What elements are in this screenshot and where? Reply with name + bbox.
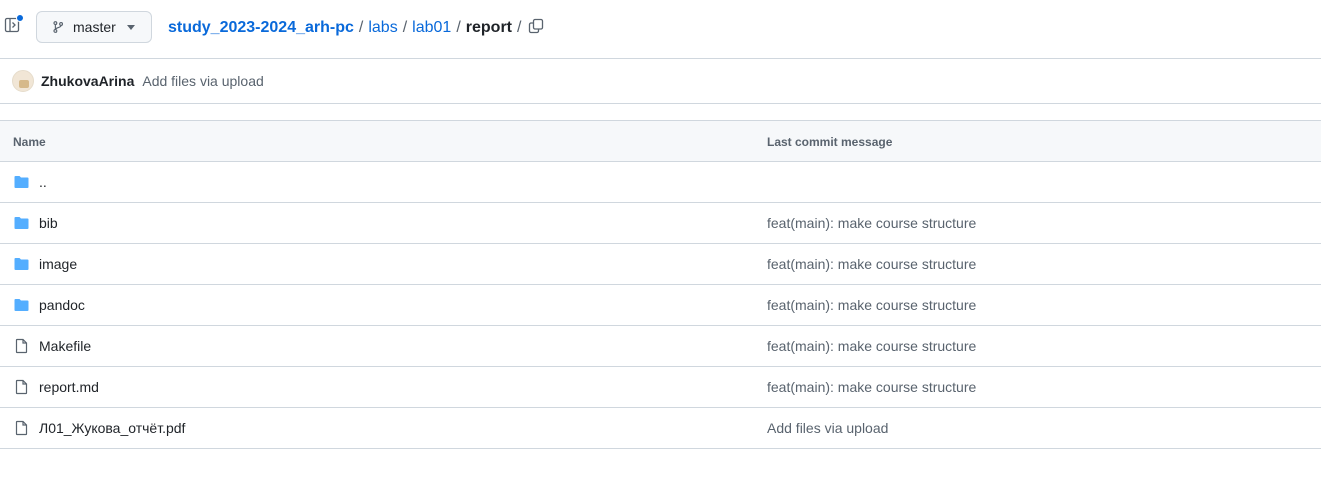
commit-message-link[interactable]: feat(main): make course structure — [767, 297, 976, 313]
breadcrumb-repo-link[interactable]: study_2023-2024_arh-pc — [168, 19, 354, 37]
folder-icon — [14, 176, 29, 188]
repo-header: master study_2023-2024_arh-pc / labs / l… — [0, 0, 1321, 58]
column-header-name: Name — [13, 135, 46, 149]
latest-commit-bar: ZhukovaArina Add files via upload — [0, 58, 1321, 104]
sidebar-expand-icon[interactable] — [4, 14, 24, 35]
breadcrumb-separator: / — [517, 19, 522, 36]
git-branch-icon — [53, 21, 64, 33]
breadcrumb-separator: / — [402, 19, 408, 36]
file-icon — [15, 379, 28, 395]
table-row[interactable]: image feat(main): make course structure — [0, 244, 1321, 285]
table-header: Name Last commit message — [0, 121, 1321, 162]
copy-path-button[interactable] — [528, 18, 546, 36]
branch-selector-button[interactable]: master — [36, 11, 152, 43]
file-name-link[interactable]: Л01_Жукова_отчёт.pdf — [39, 420, 185, 436]
chevron-down-icon — [127, 25, 135, 30]
breadcrumb-labs-link[interactable]: labs — [368, 19, 397, 37]
table-row[interactable]: bib feat(main): make course structure — [0, 203, 1321, 244]
file-icon — [15, 338, 28, 354]
commit-message-link[interactable]: feat(main): make course structure — [767, 215, 976, 231]
breadcrumb: study_2023-2024_arh-pc / labs / lab01 / … — [168, 17, 526, 39]
folder-icon — [14, 217, 29, 229]
file-name-link[interactable]: Makefile — [39, 338, 91, 354]
breadcrumb-separator: / — [456, 19, 461, 36]
file-name-link[interactable]: pandoc — [39, 297, 85, 313]
commit-message-link[interactable]: feat(main): make course structure — [767, 338, 976, 354]
table-row[interactable]: pandoc feat(main): make course structure — [0, 285, 1321, 326]
commit-message-link[interactable]: feat(main): make course structure — [767, 256, 976, 272]
commit-message-link[interactable]: feat(main): make course structure — [767, 379, 976, 395]
avatar[interactable] — [12, 70, 34, 92]
file-table: Name Last commit message .. bib feat(mai… — [0, 120, 1321, 449]
breadcrumb-lab01-link[interactable]: lab01 — [412, 19, 451, 37]
commit-author-link[interactable]: ZhukovaArina — [41, 73, 134, 89]
folder-icon — [14, 299, 29, 311]
file-name-link[interactable]: image — [39, 256, 77, 272]
commit-message-link[interactable]: Add files via upload — [142, 73, 263, 89]
file-icon — [15, 420, 28, 436]
breadcrumb-separator: / — [358, 19, 364, 36]
table-row[interactable]: report.md feat(main): make course struct… — [0, 367, 1321, 408]
table-row[interactable]: Л01_Жукова_отчёт.pdf Add files via uploa… — [0, 408, 1321, 449]
breadcrumb-current: report — [465, 19, 512, 36]
file-name-link[interactable]: report.md — [39, 379, 99, 395]
avatar-image — [19, 80, 29, 88]
branch-name: master — [73, 19, 116, 35]
commit-message-link[interactable]: Add files via upload — [767, 420, 888, 436]
table-row[interactable]: .. — [0, 162, 1321, 203]
copy-icon — [528, 18, 544, 34]
column-header-message: Last commit message — [767, 135, 893, 149]
table-row[interactable]: Makefile feat(main): make course structu… — [0, 326, 1321, 367]
file-name-link[interactable]: bib — [39, 215, 58, 231]
file-name-link[interactable]: .. — [39, 174, 47, 190]
notification-dot — [16, 14, 24, 22]
folder-icon — [14, 258, 29, 270]
